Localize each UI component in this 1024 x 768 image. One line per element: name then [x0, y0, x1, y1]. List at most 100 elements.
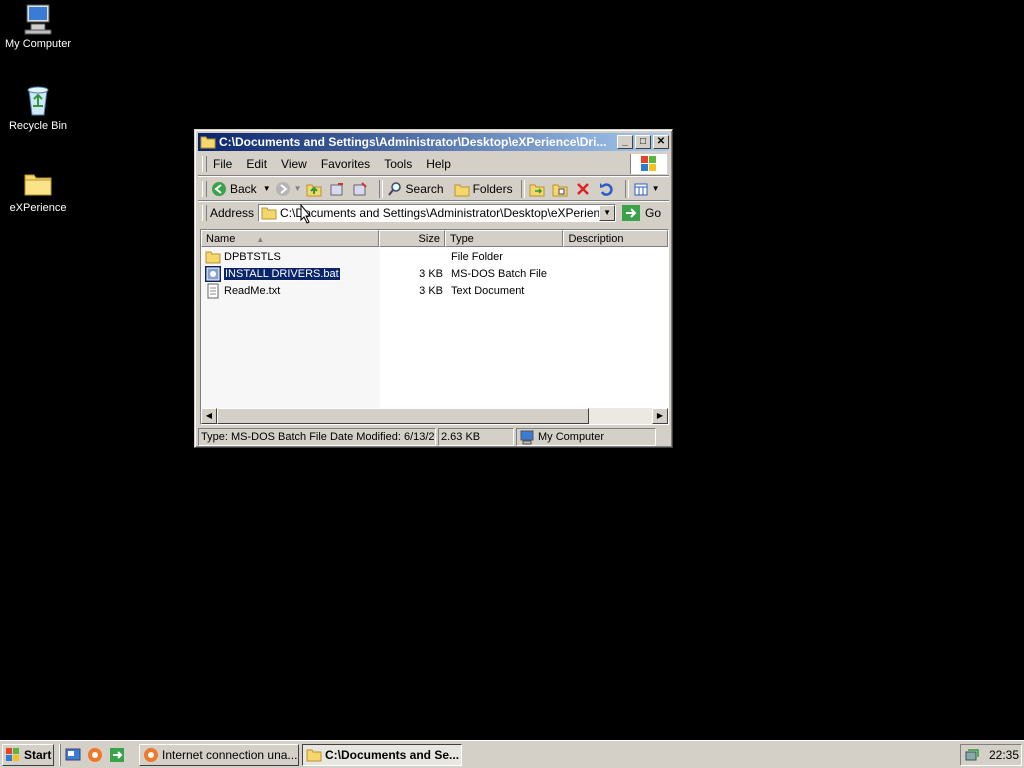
file-name-cell: INSTALL DRIVERS.bat [201, 265, 379, 282]
toolbar-grip[interactable] [202, 156, 207, 172]
explorer-window: C:\Documents and Settings\Administrator\… [194, 129, 673, 448]
desktop-icon-my-computer[interactable]: My Computer [0, 2, 76, 50]
chevron-down-icon[interactable]: ▼ [263, 184, 271, 193]
menu-tools[interactable]: Tools [384, 157, 412, 171]
address-dropdown-button[interactable]: ▼ [599, 205, 616, 221]
my-computer-icon [21, 2, 55, 36]
column-header-size[interactable]: Size [379, 230, 445, 247]
move-to-icon [352, 181, 368, 197]
column-header-label: Description [568, 233, 624, 245]
status-zone: My Computer [516, 428, 656, 446]
desktop-icon-label: eXPerience [9, 202, 67, 214]
taskbar-button-label: Internet connection una... [162, 747, 298, 762]
folder-icon [205, 249, 221, 265]
batch-file-icon [205, 265, 221, 282]
menu-file[interactable]: File [213, 157, 232, 171]
folders-icon [454, 181, 470, 197]
toolbar-separator [378, 179, 383, 198]
status-info: Type: MS-DOS Batch File Date Modified: 6… [198, 428, 436, 446]
scroll-left-button[interactable]: ◀ [201, 408, 217, 424]
maximize-button[interactable]: □ [635, 135, 651, 149]
toolbar-grip[interactable] [202, 205, 207, 221]
window-title: C:\Documents and Settings\Administrator\… [219, 135, 607, 149]
taskbar-button-explorer[interactable]: C:\Documents and Se... [302, 743, 462, 766]
desktop-icon-experience[interactable]: eXPerience [0, 166, 76, 214]
menu-view[interactable]: View [281, 157, 307, 171]
desktop-icon-recycle-bin[interactable]: Recycle Bin [0, 84, 76, 132]
taskbar-button-label: C:\Documents and Se... [325, 747, 460, 762]
column-header-label: Type [449, 233, 474, 245]
move-button[interactable] [529, 181, 548, 197]
scrollbar-track[interactable] [589, 408, 652, 424]
search-label: Search [405, 181, 444, 196]
copy-to-button[interactable] [329, 181, 348, 197]
status-size: 2.63 KB [438, 428, 514, 446]
forward-button[interactable]: ▼ [275, 181, 302, 197]
status-bar: Type: MS-DOS Batch File Date Modified: 6… [198, 428, 669, 446]
minimize-button[interactable]: _ [617, 135, 633, 149]
folders-label: Folders [472, 181, 513, 196]
system-tray: 22:35 [960, 744, 1022, 766]
up-button[interactable] [306, 181, 325, 197]
toolbar-separator [520, 179, 525, 198]
windows-logo-icon [5, 747, 21, 763]
delete-button[interactable] [575, 181, 594, 197]
folders-button[interactable]: Folders [454, 181, 513, 197]
desktop-icon-label: My Computer [4, 38, 72, 50]
column-header-label: Name [206, 233, 236, 245]
column-header-name[interactable]: Name ▲ [201, 230, 380, 247]
title-bar[interactable]: C:\Documents and Settings\Administrator\… [198, 133, 669, 151]
clock[interactable]: 22:35 [989, 748, 1019, 762]
menu-help[interactable]: Help [426, 157, 451, 171]
start-button[interactable]: Start [2, 743, 54, 766]
scroll-right-button[interactable]: ▶ [652, 408, 668, 424]
address-value: C:\Documents and Settings\Administrator\… [280, 206, 600, 220]
folder-icon [261, 205, 277, 221]
horizontal-scrollbar[interactable]: ◀ ▶ [201, 408, 668, 424]
search-icon [387, 181, 403, 197]
file-list-view[interactable]: Name ▲ Size Type Description DPBTSTLS Fi… [200, 229, 669, 425]
move-to-button[interactable] [352, 181, 371, 197]
folder-icon [306, 747, 322, 763]
taskbar-button-internet[interactable]: Internet connection una... [139, 743, 299, 766]
file-row-install-drivers[interactable]: INSTALL DRIVERS.bat 3 KB MS-DOS Batch Fi… [201, 265, 668, 282]
views-button[interactable]: ▼ [633, 181, 660, 197]
launch-arrow-icon[interactable] [109, 747, 125, 763]
scrollbar-thumb[interactable] [217, 408, 589, 424]
column-header-label: Size [418, 233, 440, 245]
desktop-icon-label: Recycle Bin [8, 120, 68, 132]
delete-icon [575, 181, 591, 197]
back-button[interactable]: Back ▼ [211, 181, 271, 197]
undo-icon [598, 181, 614, 197]
chevron-down-icon[interactable]: ▼ [294, 184, 302, 193]
file-name-cell: ReadMe.txt [201, 283, 379, 299]
column-header-type[interactable]: Type [444, 230, 564, 247]
show-desktop-icon[interactable] [65, 747, 81, 763]
file-type: MS-DOS Batch File [451, 267, 547, 280]
go-arrow-icon [622, 205, 641, 221]
address-label: Address [210, 206, 255, 220]
network-icon[interactable] [964, 747, 980, 763]
toolbar-grip[interactable] [202, 180, 207, 197]
folder-icon [200, 135, 216, 149]
undo-button[interactable] [598, 181, 617, 197]
standard-toolbar: Back ▼ ▼ Search Folders ▼ [198, 177, 669, 201]
close-button[interactable]: ✕ [653, 135, 669, 149]
folder-icon [21, 166, 55, 200]
go-button[interactable]: Go [622, 205, 661, 221]
file-name: INSTALL DRIVERS.bat [223, 266, 341, 281]
windows-logo-icon [630, 154, 667, 174]
file-row-dpbtstls[interactable]: DPBTSTLS File Folder [201, 248, 668, 265]
search-button[interactable]: Search [387, 181, 444, 197]
chevron-down-icon[interactable]: ▼ [652, 184, 660, 193]
list-header: Name ▲ Size Type Description [201, 230, 668, 247]
column-header-description[interactable]: Description [563, 230, 668, 247]
browser-icon[interactable] [87, 747, 103, 763]
file-name: ReadMe.txt [224, 284, 281, 297]
my-computer-icon [519, 429, 535, 445]
file-row-readme[interactable]: ReadMe.txt 3 KB Text Document [201, 282, 668, 299]
menu-edit[interactable]: Edit [246, 157, 267, 171]
copy-button[interactable] [552, 181, 571, 197]
views-icon [633, 181, 649, 197]
menu-favorites[interactable]: Favorites [321, 157, 370, 171]
